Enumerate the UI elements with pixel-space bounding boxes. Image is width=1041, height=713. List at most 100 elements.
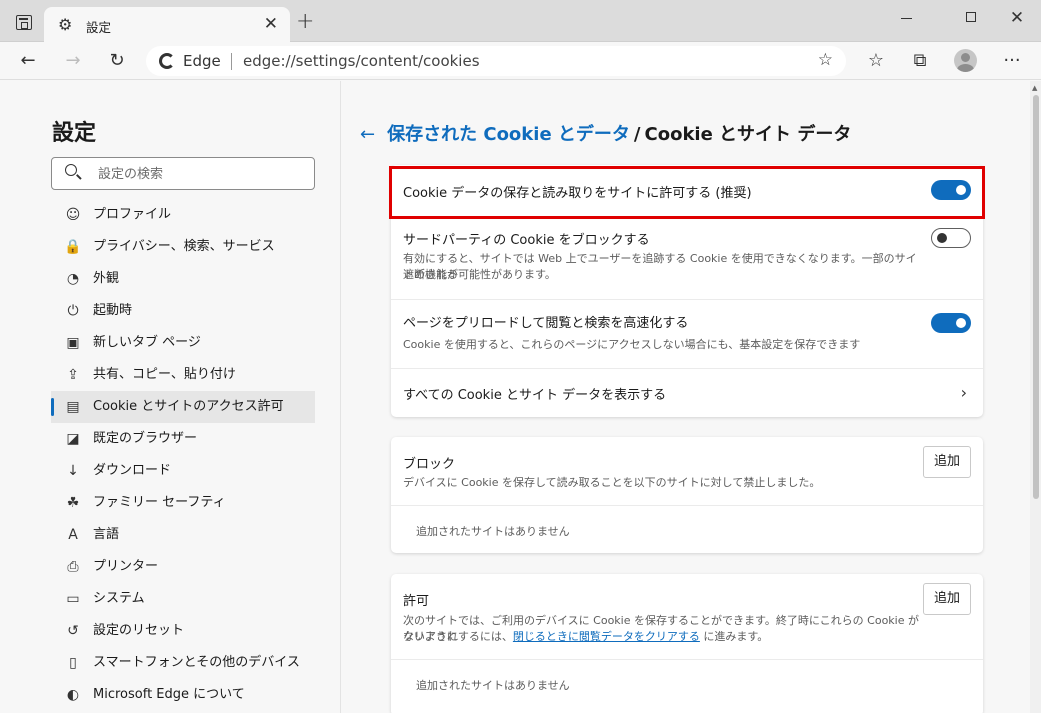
sidebar-item-label: 共有、コピー、貼り付け bbox=[93, 367, 236, 382]
block-list-card: ブロック デバイスに Cookie を保存して読み取ることを以下のサイトに対して… bbox=[391, 437, 983, 553]
default-browser-icon: ◪ bbox=[66, 431, 80, 447]
refresh-icon[interactable]: ↻ bbox=[105, 49, 129, 73]
reset-icon: ↺ bbox=[67, 623, 79, 639]
allow-list-empty-text: 追加されたサイトはありません bbox=[416, 679, 570, 692]
language-icon: A bbox=[68, 527, 78, 543]
sidebar-item-reset[interactable]: ↺ 設定のリセット bbox=[51, 615, 315, 647]
profile-avatar[interactable] bbox=[954, 49, 977, 72]
sidebar-item-printer[interactable]: ⎙ プリンター bbox=[51, 551, 315, 583]
main-content: ← 保存された Cookie とデータ / Cookie とサイト データ Cooki… bbox=[342, 81, 1030, 713]
sidebar-nav: ☺ プロファイル 🔒 プライバシー、検索、サービス ◔ 外観 ⏻ 起動時 ▣ 新しいタブ ページ ⇪… bbox=[51, 199, 315, 711]
block-third-party-desc-2: 遮断される可能性があります。 bbox=[403, 268, 556, 281]
preload-pages-desc: Cookie を使用すると、これらのページにアクセスしない場合にも、基本設定を保… bbox=[403, 338, 861, 351]
breadcrumb: ← 保存された Cookie とデータ / Cookie とサイト データ bbox=[360, 120, 851, 146]
sidebar-item-label: 既定のブラウザー bbox=[93, 431, 198, 446]
block-third-party-row: サードパーティの Cookie をブロックする 有効にすると、サイトでは Web… bbox=[391, 218, 983, 300]
back-arrow-icon[interactable]: ← bbox=[16, 49, 40, 73]
sidebar-item-share[interactable]: ⇪ 共有、コピー、貼り付け bbox=[51, 359, 315, 391]
system-icon: ▭ bbox=[66, 591, 80, 607]
add-favorite-icon[interactable]: ☆ bbox=[818, 50, 833, 70]
sidebar-title: 設定 bbox=[52, 121, 97, 146]
sidebar-item-label: 言語 bbox=[93, 527, 120, 542]
block-list-header: ブロック デバイスに Cookie を保存して読み取ることを以下のサイトに対して… bbox=[391, 437, 983, 506]
address-bar[interactable]: Edge edge://settings/content/cookies ☆ bbox=[146, 46, 846, 76]
sidebar-item-phone[interactable]: ▯ スマートフォンとその他のデバイス bbox=[51, 647, 315, 679]
sidebar-item-download[interactable]: ↓ ダウンロード bbox=[51, 455, 315, 487]
back-arrow-icon[interactable]: ← bbox=[360, 124, 375, 145]
sidebar-item-profile[interactable]: ☺ プロファイル bbox=[51, 199, 315, 231]
breadcrumb-separator: / bbox=[633, 124, 641, 145]
sidebar-item-new-tab-page[interactable]: ▣ 新しいタブ ページ bbox=[51, 327, 315, 359]
window-menu-icon[interactable] bbox=[16, 15, 32, 30]
clear-on-close-link[interactable]: 閉じるときに閲覧データをクリアする bbox=[513, 630, 700, 643]
sidebar-item-site-permissions[interactable]: ▤ Cookie とサイトのアクセス許可 bbox=[51, 391, 315, 423]
see-all-cookies-row[interactable]: すべての Cookie とサイト データを表示する › bbox=[391, 369, 983, 417]
sidebar-item-label: ファミリー セーフティ bbox=[93, 495, 226, 510]
sidebar-item-label: プライバシー、検索、サービス bbox=[93, 239, 275, 254]
navigation-bar: ← → ↻ Edge edge://settings/content/cooki… bbox=[0, 42, 1041, 80]
sidebar-item-lock[interactable]: 🔒 プライバシー、検索、サービス bbox=[51, 231, 315, 263]
tab-settings[interactable]: ⚙ 設定 ✕ bbox=[44, 7, 290, 42]
sidebar-item-palette[interactable]: ◔ 外観 bbox=[51, 263, 315, 295]
scrollbar[interactable]: ▲ bbox=[1030, 81, 1041, 713]
allow-list-empty-row: 追加されたサイトはありません bbox=[391, 660, 983, 713]
sidebar-item-label: Cookie とサイトのアクセス許可 bbox=[93, 399, 284, 414]
power-icon: ⏻ bbox=[67, 303, 79, 319]
address-brand: Edge bbox=[183, 52, 221, 70]
sidebar-item-label: 起動時 bbox=[93, 303, 133, 318]
settings-search[interactable] bbox=[51, 157, 315, 190]
preload-pages-label: ページをプリロードして閲覧と検索を高速化する bbox=[403, 316, 689, 331]
scrollbar-thumb[interactable] bbox=[1033, 95, 1039, 499]
sidebar-item-default-browser[interactable]: ◪ 既定のブラウザー bbox=[51, 423, 315, 455]
highlight-frame bbox=[389, 166, 985, 219]
maximize-button[interactable] bbox=[948, 3, 994, 33]
chevron-right-icon: › bbox=[960, 383, 967, 402]
sidebar-item-language[interactable]: A 言語 bbox=[51, 519, 315, 551]
page-title: Cookie とサイト データ bbox=[644, 124, 852, 145]
preload-pages-row: ページをプリロードして閲覧と検索を高速化する Cookie を使用すると、これら… bbox=[391, 300, 983, 369]
scroll-up-icon[interactable]: ▲ bbox=[1032, 84, 1037, 92]
favorites-icon[interactable]: ☆ bbox=[864, 49, 888, 73]
new-tab-button[interactable]: + bbox=[296, 9, 314, 35]
see-all-cookies-label: すべての Cookie とサイト データを表示する bbox=[403, 388, 667, 403]
more-menu-icon[interactable]: ··· bbox=[1000, 49, 1024, 73]
profile-icon: ☺ bbox=[65, 207, 81, 223]
sidebar-item-label: 外観 bbox=[93, 271, 120, 286]
block-third-party-toggle[interactable] bbox=[931, 228, 971, 248]
lock-icon: 🔒 bbox=[64, 239, 82, 255]
sidebar-item-power[interactable]: ⏻ 起動時 bbox=[51, 295, 315, 327]
block-list-desc: デバイスに Cookie を保存して読み取ることを以下のサイトに対して禁止しまし… bbox=[403, 476, 821, 489]
maximize-icon bbox=[966, 12, 976, 22]
search-input[interactable] bbox=[98, 164, 298, 184]
sidebar-item-family[interactable]: ☘ ファミリー セーフティ bbox=[51, 487, 315, 519]
close-window-button[interactable]: ✕ bbox=[994, 3, 1040, 33]
block-list-empty-text: 追加されたサイトはありません bbox=[416, 525, 570, 538]
site-permissions-icon: ▤ bbox=[66, 399, 80, 415]
search-icon bbox=[65, 164, 77, 176]
breadcrumb-parent-link[interactable]: 保存された Cookie とデータ bbox=[387, 124, 630, 145]
allow-desc-pre: ないようにするには、 bbox=[403, 630, 513, 643]
sidebar-item-edge-logo[interactable]: ◐ Microsoft Edge について bbox=[51, 679, 315, 711]
block-add-button[interactable]: 追加 bbox=[923, 446, 971, 478]
allow-add-button[interactable]: 追加 bbox=[923, 583, 971, 615]
sidebar-item-label: システム bbox=[93, 591, 145, 606]
sidebar-item-label: スマートフォンとその他のデバイス bbox=[93, 655, 300, 670]
minimize-button[interactable] bbox=[884, 3, 930, 33]
sidebar-item-label: 設定のリセット bbox=[93, 623, 185, 638]
sidebar-item-system[interactable]: ▭ システム bbox=[51, 583, 315, 615]
preload-pages-toggle[interactable] bbox=[931, 313, 971, 333]
sidebar-item-label: ダウンロード bbox=[93, 463, 172, 478]
new-tab-page-icon: ▣ bbox=[66, 335, 80, 351]
sidebar-item-label: Microsoft Edge について bbox=[93, 687, 245, 702]
family-icon: ☘ bbox=[66, 495, 80, 511]
edge-logo-icon bbox=[159, 53, 175, 69]
collections-icon[interactable]: ⧉ bbox=[908, 49, 932, 73]
block-list-title: ブロック bbox=[403, 457, 456, 472]
download-icon: ↓ bbox=[67, 463, 79, 479]
tab-title: 設定 bbox=[86, 20, 112, 35]
forward-arrow-icon[interactable]: → bbox=[61, 49, 85, 73]
sidebar-item-label: プロファイル bbox=[93, 207, 172, 222]
address-url[interactable]: edge://settings/content/cookies bbox=[243, 52, 480, 70]
close-tab-button[interactable]: ✕ bbox=[264, 14, 278, 34]
palette-icon: ◔ bbox=[66, 271, 80, 287]
